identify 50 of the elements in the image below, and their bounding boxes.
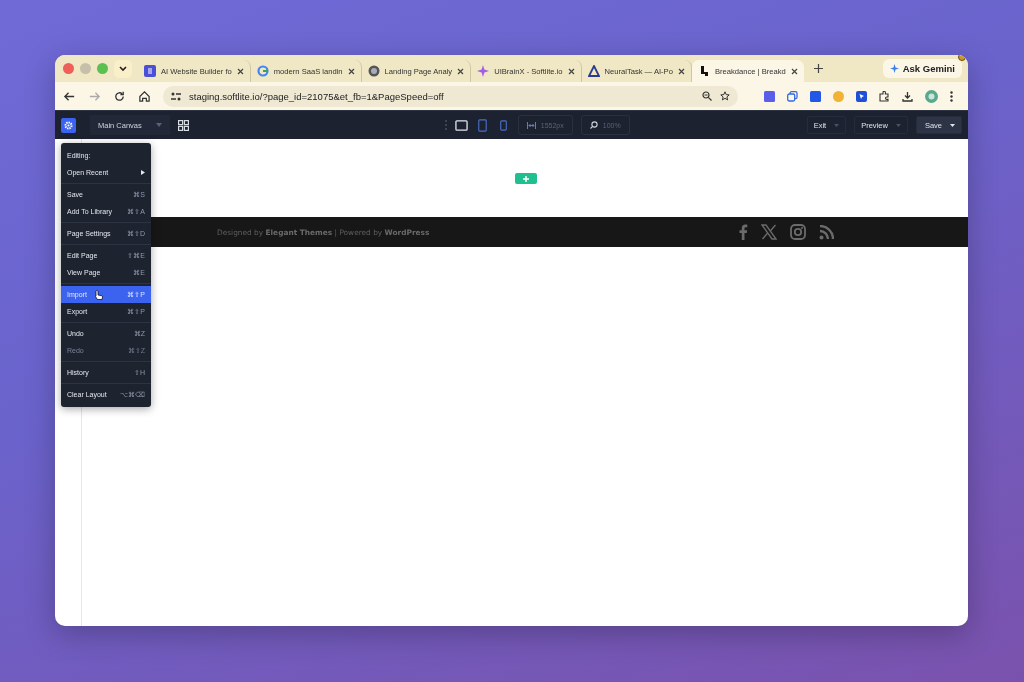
close-icon[interactable]: [567, 67, 575, 75]
reload-icon[interactable]: [113, 89, 126, 103]
ring-icon: [256, 65, 269, 77]
width-icon: [526, 121, 536, 129]
caret-icon: [895, 123, 901, 127]
caret-icon: [155, 123, 162, 127]
settings-icon: [64, 120, 73, 130]
close-icon[interactable]: [677, 67, 685, 75]
search-icon: [589, 121, 598, 129]
sparkle-icon: [889, 64, 899, 73]
submenu-arrow-icon: [141, 170, 145, 175]
more-icon[interactable]: [950, 90, 953, 102]
close-icon[interactable]: [790, 67, 798, 75]
instagram-icon[interactable]: [790, 224, 806, 240]
square-icon: [144, 65, 156, 77]
chevron-icon: [119, 65, 127, 72]
new-tab-icon[interactable]: [813, 64, 823, 73]
rss-icon[interactable]: [819, 224, 834, 240]
notification-dot: [958, 55, 966, 61]
gear-icon: [367, 65, 380, 77]
triangle-icon: [587, 65, 600, 77]
tablet-view-button[interactable]: [475, 118, 489, 132]
sparkle-icon: [477, 65, 490, 77]
close-button[interactable]: [63, 63, 74, 74]
zoom-icon[interactable]: [702, 91, 712, 101]
x-icon[interactable]: [761, 224, 777, 240]
cursor-square-icon[interactable]: [856, 90, 867, 102]
puzzle-icon[interactable]: [879, 90, 890, 102]
site-settings-icon: [171, 91, 181, 101]
copy-icon[interactable]: [787, 90, 798, 102]
home-icon[interactable]: [138, 89, 151, 103]
square-icon[interactable]: [764, 90, 775, 102]
tab-search-button[interactable]: [114, 59, 132, 78]
close-icon[interactable]: [347, 67, 355, 75]
grid-icon[interactable]: [177, 119, 189, 131]
plus-icon: [522, 175, 529, 182]
star-icon[interactable]: [720, 91, 730, 101]
desktop-view-button[interactable]: [454, 118, 468, 132]
caret-icon: [834, 123, 840, 127]
url-text: staging.softlite.io/?page_id=21075&et_fb=1&PageSpeed=off: [189, 90, 444, 102]
close-icon[interactable]: [236, 67, 244, 75]
download-icon[interactable]: [902, 90, 913, 102]
caret-icon: [950, 123, 955, 127]
avatar-icon[interactable]: [925, 89, 938, 103]
facebook-icon[interactable]: [738, 224, 748, 240]
settings-button[interactable]: [61, 117, 76, 133]
close-icon[interactable]: [457, 67, 465, 75]
square-icon[interactable]: [810, 90, 821, 102]
url-field[interactable]: staging.softlite.io/?page_id=21075&et_fb=1&PageSpeed=off: [163, 85, 738, 107]
hand-cursor-icon: [95, 290, 103, 300]
